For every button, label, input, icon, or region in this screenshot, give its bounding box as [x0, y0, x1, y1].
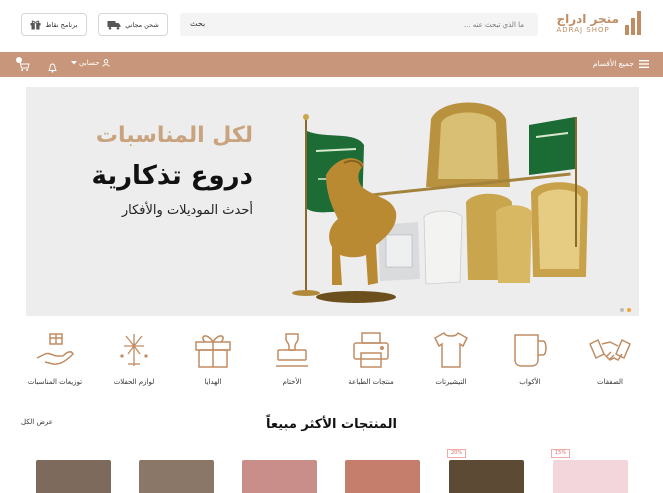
category-giveaways[interactable]: توزيعات المناسبات — [15, 330, 95, 386]
discount-badge: 20% — [447, 449, 467, 458]
category-label: الأكواب — [519, 378, 541, 386]
product-thumbnail[interactable] — [345, 460, 420, 493]
product-thumbnail[interactable] — [139, 460, 214, 493]
product-thumbnail[interactable] — [449, 460, 524, 493]
hero-banner[interactable]: لكل المناسبات دروع تذكارية أحدث الموديلا… — [26, 87, 639, 316]
category-mugs[interactable]: الأكواب — [490, 330, 570, 386]
truck-icon — [107, 20, 121, 30]
category-stamps[interactable]: الأختام — [252, 330, 332, 386]
search-input[interactable] — [274, 13, 524, 36]
category-printing[interactable]: منتجات الطباعة — [331, 330, 411, 386]
main-navbar: جميع الأقسام حسابي — [0, 52, 663, 77]
fireworks-icon — [120, 334, 148, 366]
category-label: التيشيرتات — [435, 378, 467, 386]
category-label: لوازم الحفلات — [113, 378, 155, 386]
category-label: توزيعات المناسبات — [27, 378, 83, 386]
giveaway-hand-icon — [36, 333, 74, 365]
gift-box-icon — [30, 20, 41, 29]
search-button[interactable]: بحث — [190, 19, 205, 28]
search-bar: بحث — [180, 13, 538, 36]
category-gifts[interactable]: الهدايا — [173, 330, 253, 386]
product-thumbnail[interactable] — [553, 460, 628, 493]
category-label: منتجات الطباعة — [348, 378, 394, 386]
free-shipping-button[interactable]: شحن مجاني — [98, 13, 168, 36]
product-thumbnail[interactable] — [36, 460, 111, 493]
all-categories-menu[interactable]: جميع الأقسام — [593, 59, 649, 68]
gift-icon — [195, 335, 231, 368]
slider-dots — [620, 308, 631, 312]
mug-icon — [514, 334, 547, 367]
view-all-link[interactable]: عرض الكل — [21, 418, 53, 426]
points-program-button[interactable]: برنامج نقاط — [21, 13, 87, 36]
logo-arabic-text: متجر ادراج — [556, 11, 619, 26]
logo-mark-icon — [623, 11, 641, 35]
chevron-down-icon — [71, 61, 77, 65]
bell-icon — [48, 63, 57, 73]
product-thumbnail[interactable] — [242, 460, 317, 493]
category-tshirts[interactable]: التيشيرتات — [411, 330, 491, 386]
category-deals[interactable]: الصفقات — [570, 330, 650, 386]
banner-headline-shields: دروع تذكارية — [91, 161, 253, 191]
store-logo[interactable]: متجر ادراج ADRAJ SHOP — [556, 11, 641, 35]
category-label: الهدايا — [204, 378, 222, 386]
site-header: متجر ادراج ADRAJ SHOP بحث شحن مجاني برنا… — [0, 0, 663, 50]
discount-badge: 15% — [551, 449, 571, 458]
banner-illustration — [292, 102, 588, 303]
cart-count-dot — [16, 57, 22, 63]
tshirt-icon — [434, 331, 468, 368]
logo-english-text: ADRAJ SHOP — [556, 25, 610, 34]
handshake-icon — [589, 338, 631, 361]
category-label: الأختام — [282, 378, 302, 386]
category-label: الصفقات — [597, 378, 623, 386]
free-shipping-label: شحن مجاني — [125, 20, 159, 29]
all-categories-label: جميع الأقسام — [592, 59, 634, 68]
banner-subheadline: أحدث الموديلات والأفكار — [121, 203, 253, 218]
user-icon — [101, 59, 110, 67]
hamburger-menu-icon — [639, 59, 649, 68]
stamp-icon — [276, 333, 308, 367]
account-menu[interactable]: حسابي — [71, 59, 110, 67]
printer-icon — [353, 332, 389, 368]
best-sellers-title: المنتجات الأكثر مبيعاً — [265, 417, 397, 432]
slider-dot-active[interactable] — [627, 308, 631, 312]
categories-row: الصفقات الأكواب التيشيرتات منتجات الطباع… — [0, 330, 663, 395]
cart-button[interactable] — [16, 57, 30, 76]
category-party-supplies[interactable]: لوازم الحفلات — [94, 330, 174, 386]
account-label: حسابي — [79, 59, 100, 67]
notifications-button[interactable] — [48, 58, 57, 77]
points-program-label: برنامج نقاط — [45, 20, 78, 29]
slider-dot[interactable] — [620, 308, 624, 312]
banner-headline-occasions: لكل المناسبات — [95, 123, 253, 148]
